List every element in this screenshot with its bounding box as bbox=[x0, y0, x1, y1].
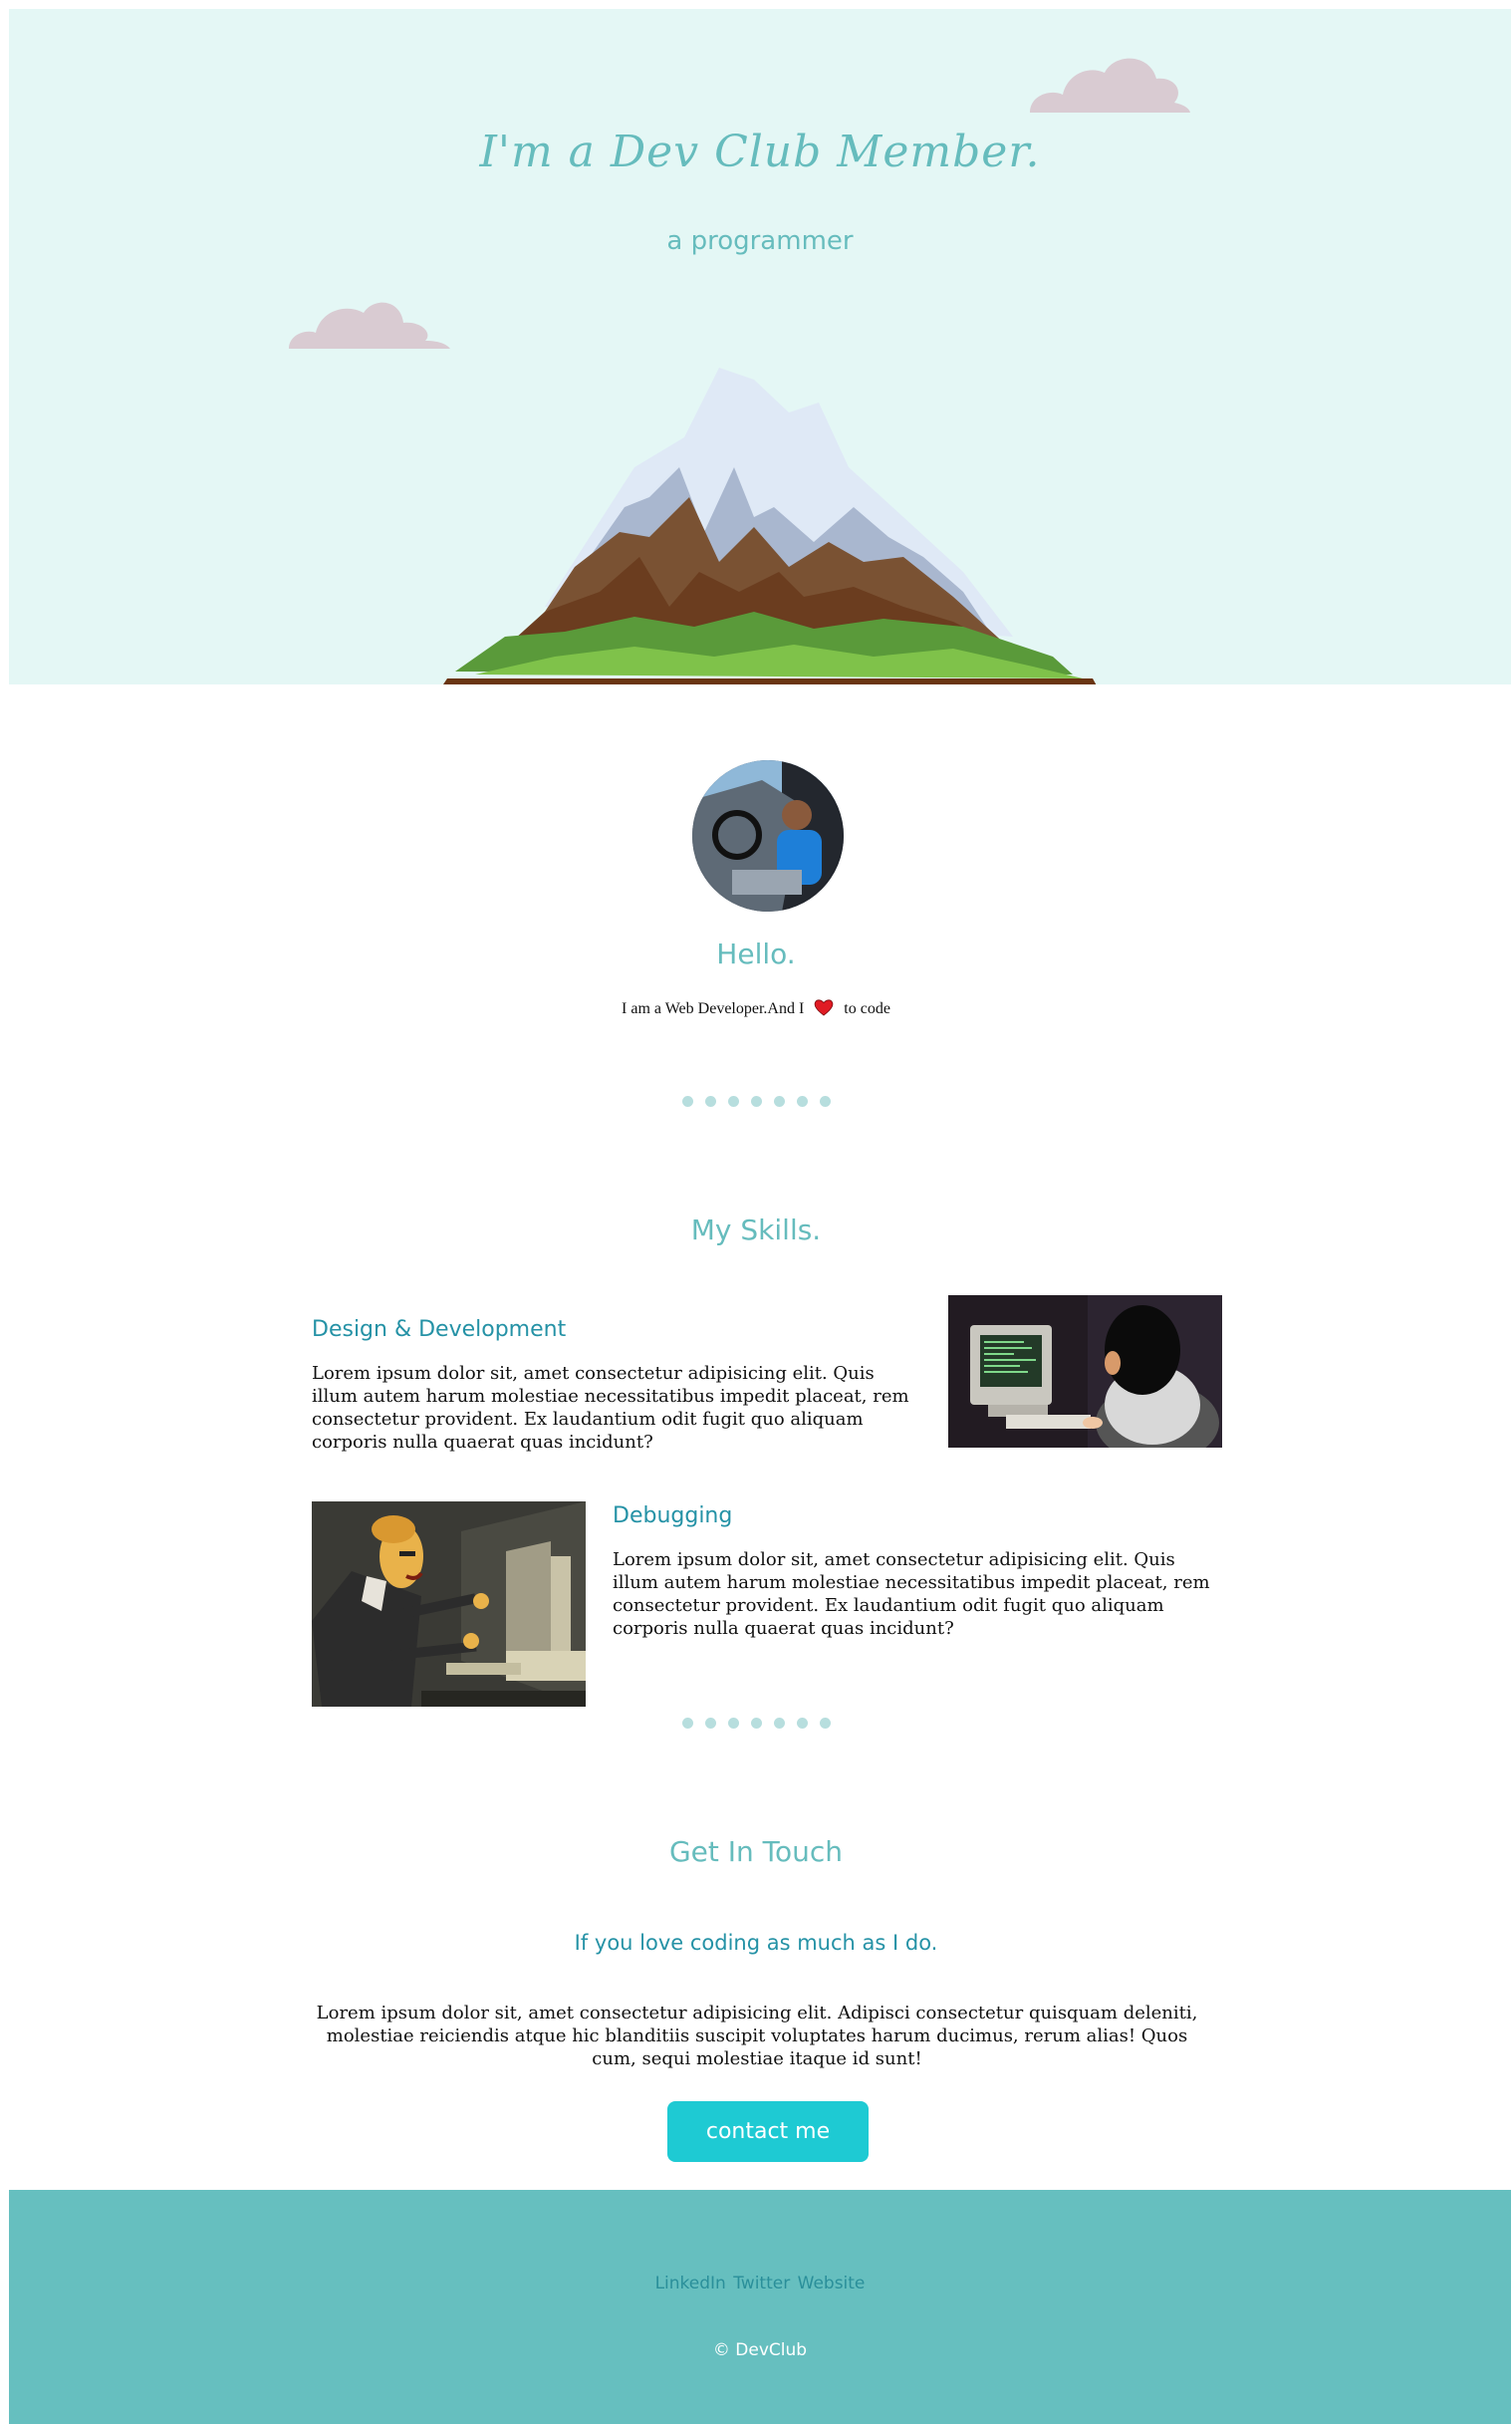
intro-text-before: I am a Web Developer.And I bbox=[622, 1000, 805, 1018]
contact-subtitle: If you love coding as much as I do. bbox=[574, 1931, 938, 1955]
twitter-link[interactable]: Twitter bbox=[733, 2274, 790, 2293]
skill-text-debugging: Lorem ipsum dolor sit, amet consectetur … bbox=[613, 1549, 1210, 1639]
website-link[interactable]: Website bbox=[798, 2274, 866, 2293]
hero-section: I'm a Dev Club Member. a programmer bbox=[9, 9, 1511, 684]
contact-text: Lorem ipsum dolor sit, amet consectetur … bbox=[316, 2003, 1198, 2069]
contact-title: Get In Touch bbox=[668, 1835, 844, 1868]
skill-heading-design: Design & Development bbox=[312, 1317, 567, 1342]
debugging-illustration bbox=[312, 1501, 586, 1707]
heart-icon bbox=[814, 998, 834, 1021]
skill-text-design: Lorem ipsum dolor sit, amet consectetur … bbox=[312, 1363, 909, 1453]
cloud-icon bbox=[1030, 58, 1190, 113]
skill-heading-debugging: Debugging bbox=[613, 1503, 733, 1528]
contact-me-button[interactable]: contact me bbox=[667, 2101, 869, 2162]
coding-illustration bbox=[948, 1295, 1222, 1448]
cloud-icon bbox=[289, 302, 450, 349]
divider-dots bbox=[0, 1716, 1512, 1734]
hero-title: I'm a Dev Club Member. bbox=[479, 127, 1041, 177]
profile-intro: I am a Web Developer.And I to code bbox=[0, 998, 1512, 1021]
intro-text-after: to code bbox=[844, 1000, 890, 1018]
mountain-illustration bbox=[443, 368, 1097, 684]
divider-dots bbox=[0, 1094, 1512, 1112]
footer: LinkedIn Twitter Website © DevClub bbox=[9, 2190, 1511, 2424]
hero-subtitle: a programmer bbox=[666, 226, 854, 256]
skills-title: My Skills. bbox=[690, 1213, 822, 1246]
profile-heading: Hello. bbox=[716, 938, 796, 970]
linkedin-link[interactable]: LinkedIn bbox=[655, 2274, 726, 2293]
copyright: © DevClub bbox=[712, 2340, 808, 2360]
avatar bbox=[692, 760, 844, 912]
footer-links: LinkedIn Twitter Website bbox=[9, 2274, 1511, 2293]
